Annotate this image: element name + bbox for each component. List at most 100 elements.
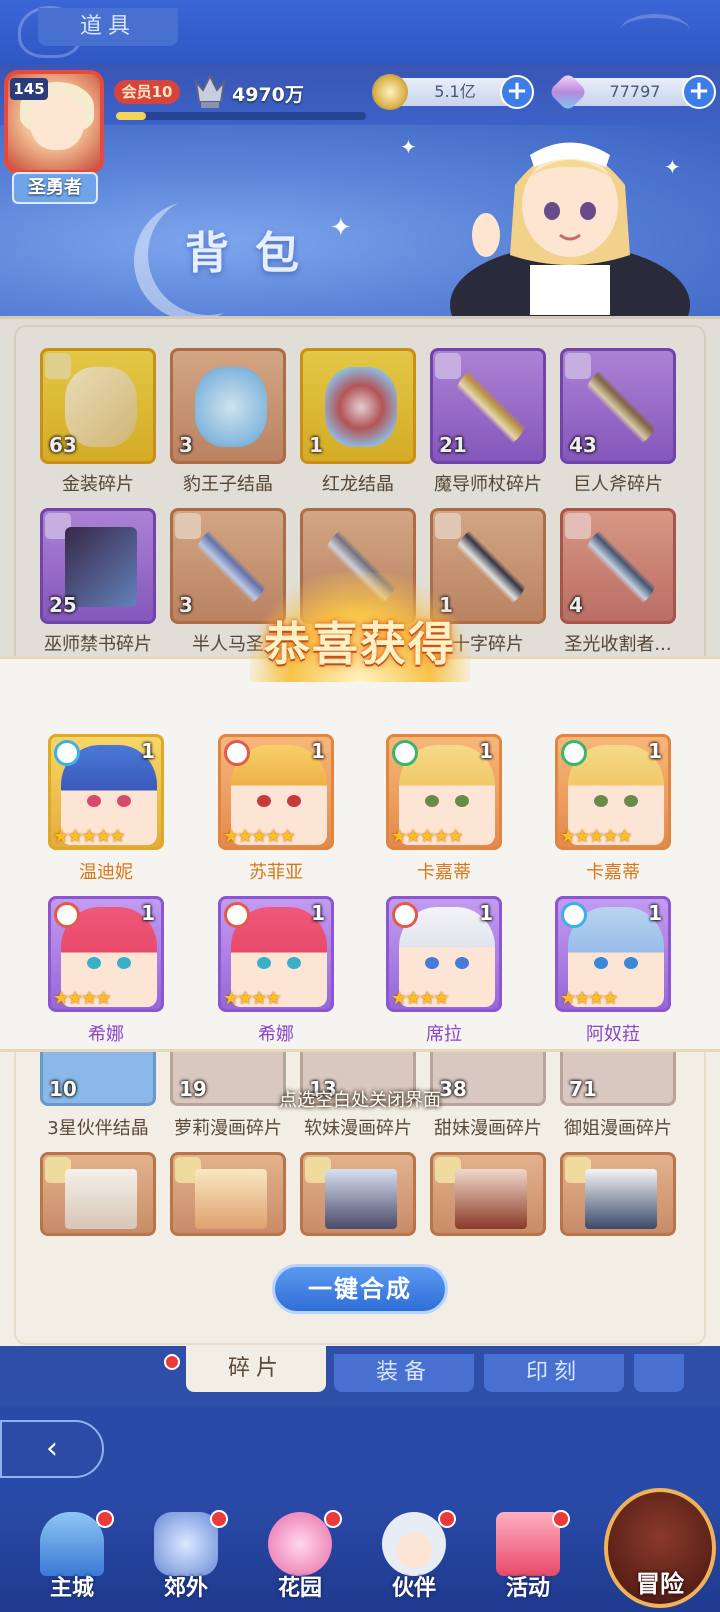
nav-label: 活动 xyxy=(505,1576,550,1601)
portrait-eye xyxy=(594,957,608,969)
reward-card[interactable]: 1 ★★★★ xyxy=(48,896,164,1012)
reward-qty: 1 xyxy=(141,739,155,763)
star-rating: ★★★★★ xyxy=(53,826,126,847)
page-title: 背包 xyxy=(185,228,325,279)
one-click-merge-button[interactable]: 一键合成 xyxy=(272,1264,448,1314)
reward-title: 恭喜获得 xyxy=(264,617,456,671)
fire-element-icon xyxy=(224,902,250,928)
nav-main-city[interactable]: 主城 xyxy=(26,1506,118,1606)
reward-name: 阿奴菈 xyxy=(586,1024,640,1045)
portrait-eye xyxy=(287,795,301,807)
reward-qty: 1 xyxy=(648,901,662,925)
comic-card-icon xyxy=(65,1169,137,1229)
nav-label: 伙伴 xyxy=(391,1576,436,1601)
item-name: 软妹漫画碎片 xyxy=(304,1118,412,1139)
item-name: 萝莉漫画碎片 xyxy=(174,1118,282,1139)
wind-element-icon xyxy=(561,740,587,766)
nav-label: 花园 xyxy=(277,1576,322,1601)
portrait-eye xyxy=(425,795,439,807)
gold-coin-icon xyxy=(372,74,408,110)
sparkle-icon: ✦ xyxy=(400,135,417,159)
diamond-currency: 77797 + xyxy=(548,72,716,112)
comic-card-icon xyxy=(585,1169,657,1229)
back-button[interactable]: ‹ xyxy=(0,1420,104,1478)
tab-equipment[interactable]: 装备 xyxy=(334,1354,474,1392)
inventory-item[interactable] xyxy=(430,1152,546,1236)
add-diamond-button[interactable]: + xyxy=(682,75,716,109)
star-rating: ★★★★ xyxy=(560,988,619,1009)
portrait-eye xyxy=(624,795,638,807)
nav-suburbs[interactable]: 郊外 xyxy=(140,1506,232,1606)
star-rating: ★★★★ xyxy=(391,988,450,1009)
notification-dot xyxy=(210,1510,228,1528)
portrait-eye xyxy=(455,795,469,807)
wind-element-icon xyxy=(392,740,418,766)
portrait-eye xyxy=(257,957,271,969)
reward-qty: 1 xyxy=(311,739,325,763)
nav-partners[interactable]: 伙伴 xyxy=(368,1506,460,1606)
reward-qty: 1 xyxy=(648,739,662,763)
tab-items[interactable]: 道具 xyxy=(38,8,178,46)
portal-icon xyxy=(154,1512,218,1576)
portrait-eye xyxy=(425,957,439,969)
portrait-eye xyxy=(594,795,608,807)
gold-currency: 5.1亿 + xyxy=(372,74,534,110)
player-level-badge: 145 xyxy=(10,78,48,100)
reward-name: 苏菲亚 xyxy=(249,862,303,883)
star-rating: ★★★★ xyxy=(223,988,282,1009)
bag-banner: ✦ ✦ ✦ 背包 xyxy=(0,125,720,320)
comic-card-icon xyxy=(195,1169,267,1229)
item-name: 3星伙伴结晶 xyxy=(47,1118,149,1139)
reward-qty: 1 xyxy=(479,739,493,763)
reward-name: 温迪妮 xyxy=(79,862,133,883)
inventory-item[interactable] xyxy=(40,1152,156,1236)
maid-character-art xyxy=(450,142,690,320)
reward-card[interactable]: 1 ★★★★ xyxy=(555,896,671,1012)
nav-label: 郊外 xyxy=(163,1576,208,1601)
close-hint: 点选空白处关闭界面 xyxy=(279,1090,441,1111)
reward-card[interactable]: 1 ★★★★★ xyxy=(386,734,502,850)
add-gold-button[interactable]: + xyxy=(500,75,534,109)
reward-card[interactable]: 1 ★★★★★ xyxy=(218,734,334,850)
portrait-eye xyxy=(87,957,101,969)
vip-badge[interactable]: 会员10 xyxy=(114,80,180,104)
notification-dot xyxy=(96,1510,114,1528)
portrait-eye xyxy=(624,957,638,969)
reward-card[interactable]: 1 ★★★★★ xyxy=(48,734,164,850)
nav-adventure[interactable]: 冒险 xyxy=(604,1488,716,1608)
star-rating: ★★★★★ xyxy=(391,826,464,847)
player-title[interactable]: 圣勇者 xyxy=(12,172,98,204)
notification-dot xyxy=(552,1510,570,1528)
notification-dot xyxy=(438,1510,456,1528)
tab-more[interactable] xyxy=(634,1354,684,1392)
portrait-eye xyxy=(117,795,131,807)
fire-element-icon xyxy=(54,902,80,928)
inventory-item[interactable] xyxy=(300,1152,416,1236)
reward-name: 卡嘉蒂 xyxy=(586,862,640,883)
nav-events[interactable]: 活动 xyxy=(482,1506,574,1606)
inventory-item[interactable] xyxy=(170,1152,286,1236)
tab-fragments[interactable]: 碎片 xyxy=(186,1346,326,1392)
nav-label: 冒险 xyxy=(636,1570,684,1598)
reward-card[interactable]: 1 ★★★★ xyxy=(386,896,502,1012)
star-rating: ★★★★★ xyxy=(560,826,633,847)
portrait-eye xyxy=(87,795,101,807)
portrait-eye xyxy=(287,957,301,969)
reward-card[interactable]: 1 ★★★★ xyxy=(218,896,334,1012)
reward-name: 希娜 xyxy=(258,1024,294,1045)
tab-engrave[interactable]: 印刻 xyxy=(484,1354,624,1392)
gift-icon xyxy=(496,1512,560,1576)
avatar-face xyxy=(30,92,84,150)
inventory-item[interactable] xyxy=(560,1152,676,1236)
reward-qty: 1 xyxy=(479,901,493,925)
partner-icon xyxy=(382,1512,446,1576)
power-crown-icon xyxy=(194,73,226,108)
gold-value: 5.1亿 xyxy=(434,82,476,101)
reward-name: 卡嘉蒂 xyxy=(417,862,471,883)
back-arrow-icon: ‹ xyxy=(46,1431,58,1466)
reward-name: 希娜 xyxy=(88,1024,124,1045)
reward-card[interactable]: 1 ★★★★★ xyxy=(555,734,671,850)
portrait-eye xyxy=(455,957,469,969)
nav-label: 主城 xyxy=(49,1576,94,1601)
nav-garden[interactable]: 花园 xyxy=(254,1506,346,1606)
